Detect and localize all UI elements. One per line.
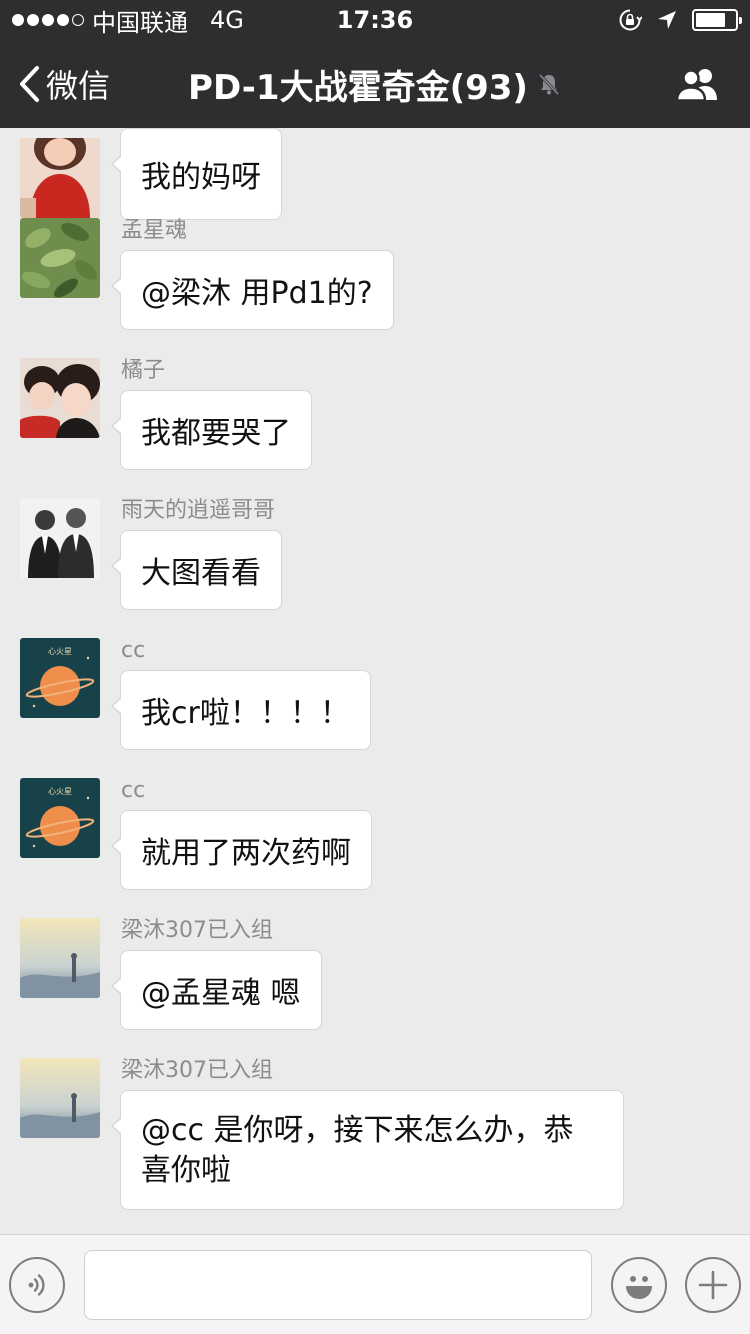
- message-bubble[interactable]: @cc 是你呀，接下来怎么办，恭喜你啦: [111, 1090, 624, 1210]
- emoji-button[interactable]: [611, 1257, 667, 1313]
- avatar-image: 心火星: [20, 638, 100, 718]
- sender-avatar[interactable]: 心火星: [20, 638, 100, 718]
- sender-name: 雨天的逍遥哥哥: [121, 498, 276, 523]
- voice-input-button[interactable]: [9, 1257, 65, 1313]
- message-bubble[interactable]: 我的妈呀: [111, 128, 282, 220]
- chat-title: PD-1大战霍奇金(93): [150, 40, 600, 128]
- message-bubble[interactable]: 我cr啦！！！！: [111, 670, 371, 750]
- nav-bar: 微信 PD-1大战霍奇金(93): [0, 40, 750, 128]
- battery-icon: [692, 9, 742, 31]
- sender-name: 梁沐307已入组: [121, 918, 273, 943]
- group-members-icon: [675, 69, 717, 102]
- voice-input-icon: [28, 1274, 45, 1296]
- input-bar: [0, 1234, 750, 1334]
- avatar-image: [20, 138, 100, 218]
- message-text: 我的妈呀: [141, 160, 261, 195]
- plus-icon: [698, 1270, 728, 1300]
- message-text: 就用了两次药啊: [141, 836, 351, 871]
- back-button[interactable]: 微信: [18, 40, 110, 128]
- bell-muted-icon: [536, 71, 562, 97]
- avatar-image: [20, 1058, 100, 1138]
- sender-avatar[interactable]: [20, 918, 100, 998]
- battery-fill: [696, 13, 725, 27]
- sender-avatar[interactable]: [20, 358, 100, 438]
- message-text: @梁沐 用Pd1的?: [141, 276, 373, 311]
- avatar-image: [20, 218, 100, 298]
- avatar-image: [20, 358, 100, 438]
- message-text: @cc 是你呀，接下来怎么办，恭喜你啦: [141, 1113, 574, 1188]
- status-bar: 中国联通 4G 17:36: [0, 0, 750, 40]
- sender-name: 梁沐307已入组: [121, 1058, 273, 1083]
- avatar-image: [20, 498, 100, 578]
- avatar-art-text: 心火星: [48, 647, 72, 656]
- emoji-icon: [626, 1276, 652, 1299]
- orientation-lock-icon: [619, 9, 642, 31]
- location-arrow-icon: [658, 11, 676, 29]
- message-text: 我都要哭了: [141, 416, 291, 451]
- message-bubble[interactable]: 大图看看: [111, 530, 282, 610]
- sender-avatar[interactable]: [20, 498, 100, 578]
- sender-avatar[interactable]: [20, 218, 100, 298]
- message-bubble[interactable]: @孟星魂 嗯: [111, 950, 322, 1030]
- avatar-image: 心火星: [20, 778, 100, 858]
- avatar-image: [20, 918, 100, 998]
- group-members-button[interactable]: [670, 40, 726, 128]
- sender-name: 橘子: [121, 358, 166, 383]
- sender-name: cc: [121, 638, 146, 663]
- chat-message-list[interactable]: 我的妈呀 孟星魂 @梁沐 用Pd1的? 橘子 我都要哭了 雨天的逍遥哥哥 大图看…: [0, 128, 750, 1234]
- back-label: 微信: [46, 67, 111, 105]
- chevron-left-icon: [20, 66, 39, 102]
- message-text: 大图看看: [141, 556, 261, 591]
- more-button[interactable]: [685, 1257, 741, 1313]
- message-bubble[interactable]: @梁沐 用Pd1的?: [111, 250, 394, 330]
- message-bubble[interactable]: 就用了两次药啊: [111, 810, 372, 890]
- message-text: 我cr啦！！！！: [141, 696, 350, 731]
- message-input[interactable]: [84, 1250, 592, 1320]
- avatar-art-text: 心火星: [48, 787, 72, 796]
- sender-avatar[interactable]: 心火星: [20, 778, 100, 858]
- sender-name: 孟星魂: [121, 218, 188, 243]
- sender-avatar[interactable]: [20, 138, 100, 218]
- sender-name: cc: [121, 778, 146, 803]
- status-right: [618, 0, 742, 40]
- message-text: @孟星魂 嗯: [141, 976, 301, 1011]
- sender-avatar[interactable]: [20, 1058, 100, 1138]
- message-bubble[interactable]: 我都要哭了: [111, 390, 312, 470]
- chat-title-text: PD-1大战霍奇金(93): [188, 67, 528, 108]
